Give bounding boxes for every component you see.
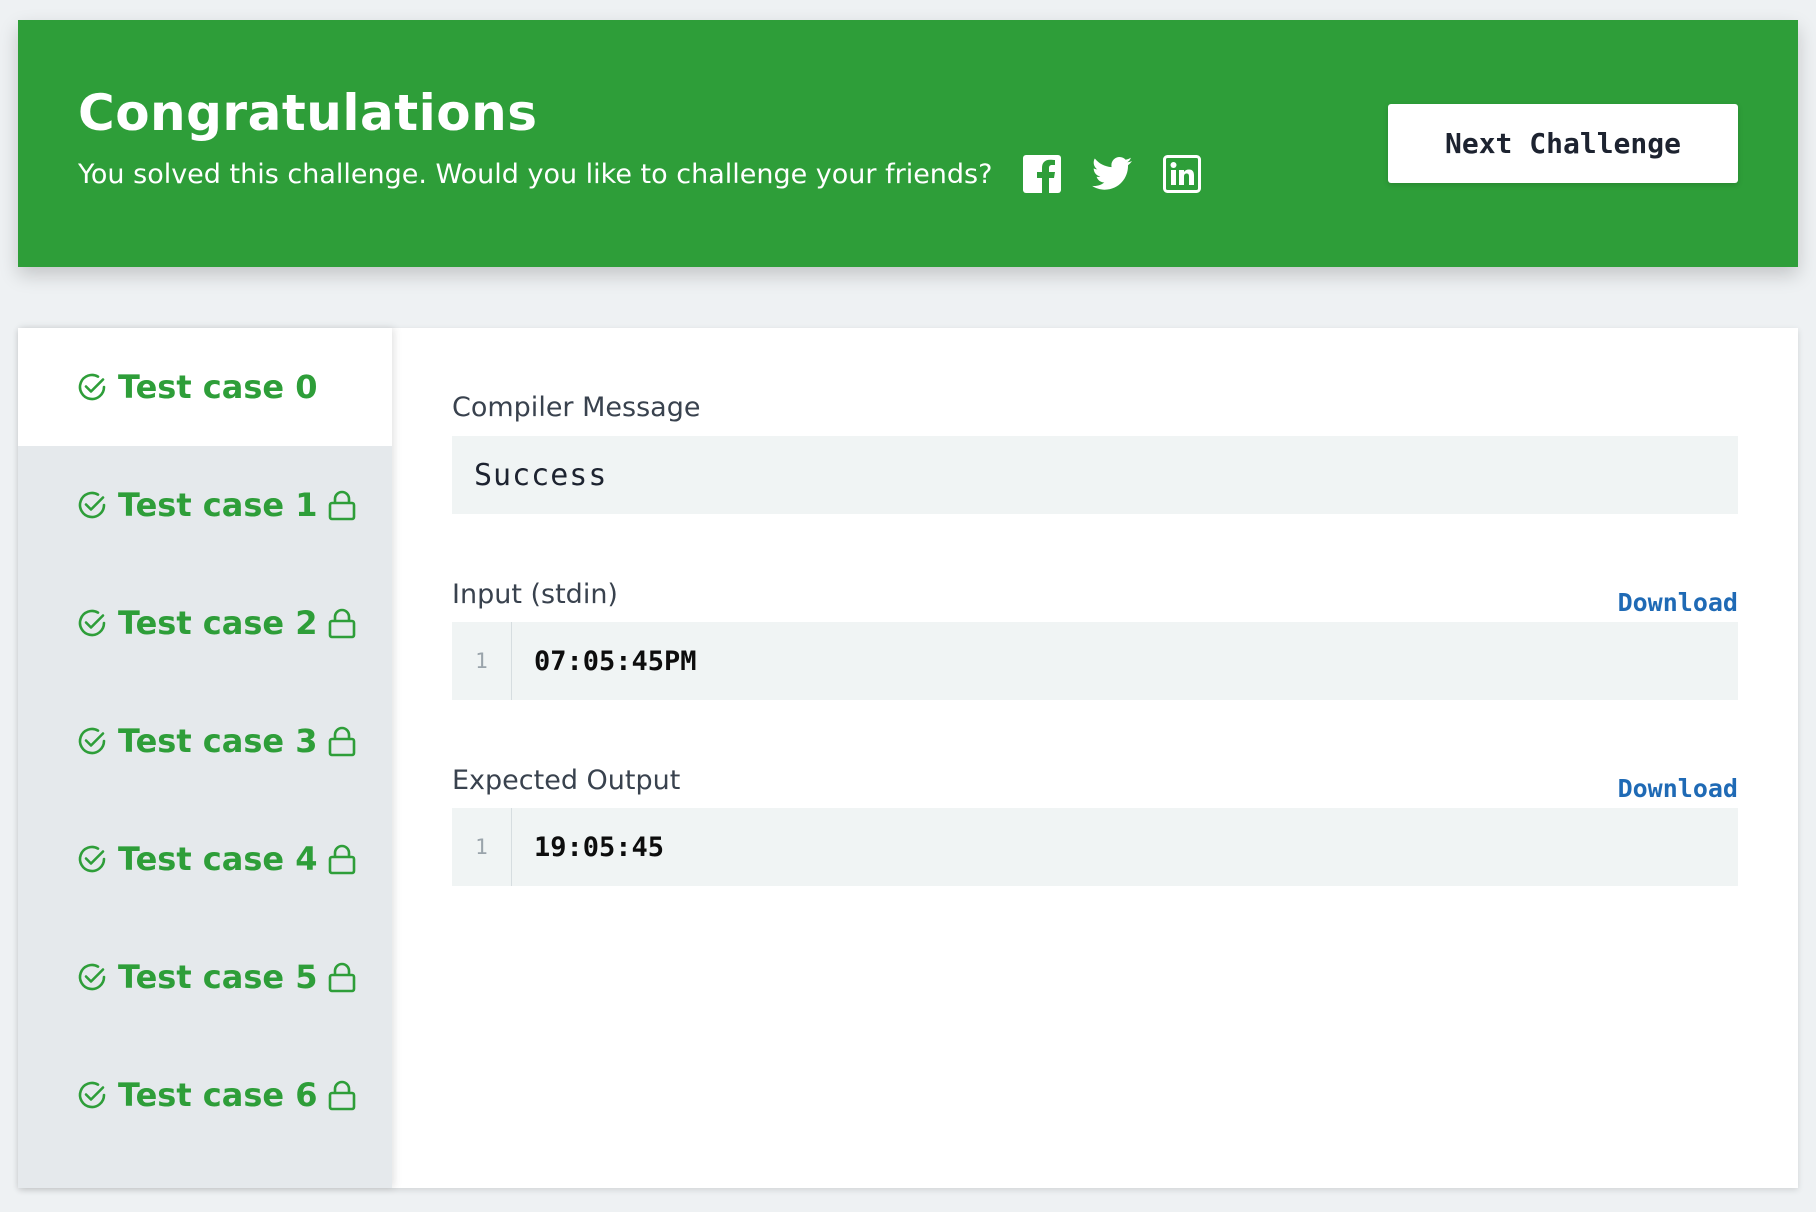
check-circle-icon [78, 963, 106, 991]
test-results-card: Test case 0 Test case 1 Test case 2 Test… [18, 328, 1798, 1188]
banner-subtitle-row: You solved this challenge. Would you lik… [78, 154, 1232, 194]
tab-label: Test case 0 [118, 368, 318, 406]
tab-label: Test case 6 [118, 1076, 318, 1114]
tab-test-case-4[interactable]: Test case 4 [18, 800, 392, 918]
expected-output-download-link[interactable]: Download [1618, 774, 1738, 803]
social-share-group [1022, 154, 1232, 194]
next-challenge-button[interactable]: Next Challenge [1388, 104, 1738, 183]
twitter-icon[interactable] [1092, 154, 1133, 194]
banner-title: Congratulations [78, 84, 538, 142]
success-banner: Congratulations You solved this challeng… [18, 20, 1798, 267]
tab-label: Test case 3 [118, 722, 318, 760]
expected-output-header: Expected Output Download [452, 760, 1738, 803]
tab-test-case-3[interactable]: Test case 3 [18, 682, 392, 800]
lock-icon [329, 1080, 356, 1111]
tab-label: Test case 2 [118, 604, 318, 642]
test-case-tabs: Test case 0 Test case 1 Test case 2 Test… [18, 328, 392, 1188]
expected-output-label: Expected Output [452, 764, 681, 796]
expected-output-code-box: 1 19:05:45 [452, 808, 1738, 886]
compiler-message-label: Compiler Message [452, 392, 701, 423]
tab-test-case-1[interactable]: Test case 1 [18, 446, 392, 564]
tab-test-case-0[interactable]: Test case 0 [18, 328, 392, 446]
facebook-icon[interactable] [1022, 154, 1062, 194]
input-value: 07:05:45PM [534, 645, 697, 677]
input-label: Input (stdin) [452, 578, 618, 610]
lock-icon [329, 608, 356, 639]
line-number: 1 [452, 808, 512, 886]
tab-test-case-2[interactable]: Test case 2 [18, 564, 392, 682]
lock-icon [329, 726, 356, 757]
tab-test-case-5[interactable]: Test case 5 [18, 918, 392, 1036]
input-code-box: 1 07:05:45PM [452, 622, 1738, 700]
input-header: Input (stdin) Download [452, 574, 1738, 617]
check-circle-icon [78, 1081, 106, 1109]
check-circle-icon [78, 491, 106, 519]
tab-label: Test case 5 [118, 958, 318, 996]
banner-subtitle: You solved this challenge. Would you lik… [78, 158, 993, 190]
expected-output-value: 19:05:45 [534, 831, 665, 863]
tab-test-case-6[interactable]: Test case 6 [18, 1036, 392, 1154]
check-circle-icon [78, 609, 106, 637]
compiler-message-box: Success [452, 436, 1738, 514]
input-download-link[interactable]: Download [1618, 588, 1738, 617]
linkedin-icon[interactable] [1162, 154, 1202, 194]
check-circle-icon [78, 373, 106, 401]
tab-label: Test case 4 [118, 840, 318, 878]
lock-icon [329, 962, 356, 993]
check-circle-icon [78, 727, 106, 755]
line-number: 1 [452, 622, 512, 700]
check-circle-icon [78, 845, 106, 873]
lock-icon [329, 490, 356, 521]
tab-label: Test case 1 [118, 486, 318, 524]
lock-icon [329, 844, 356, 875]
